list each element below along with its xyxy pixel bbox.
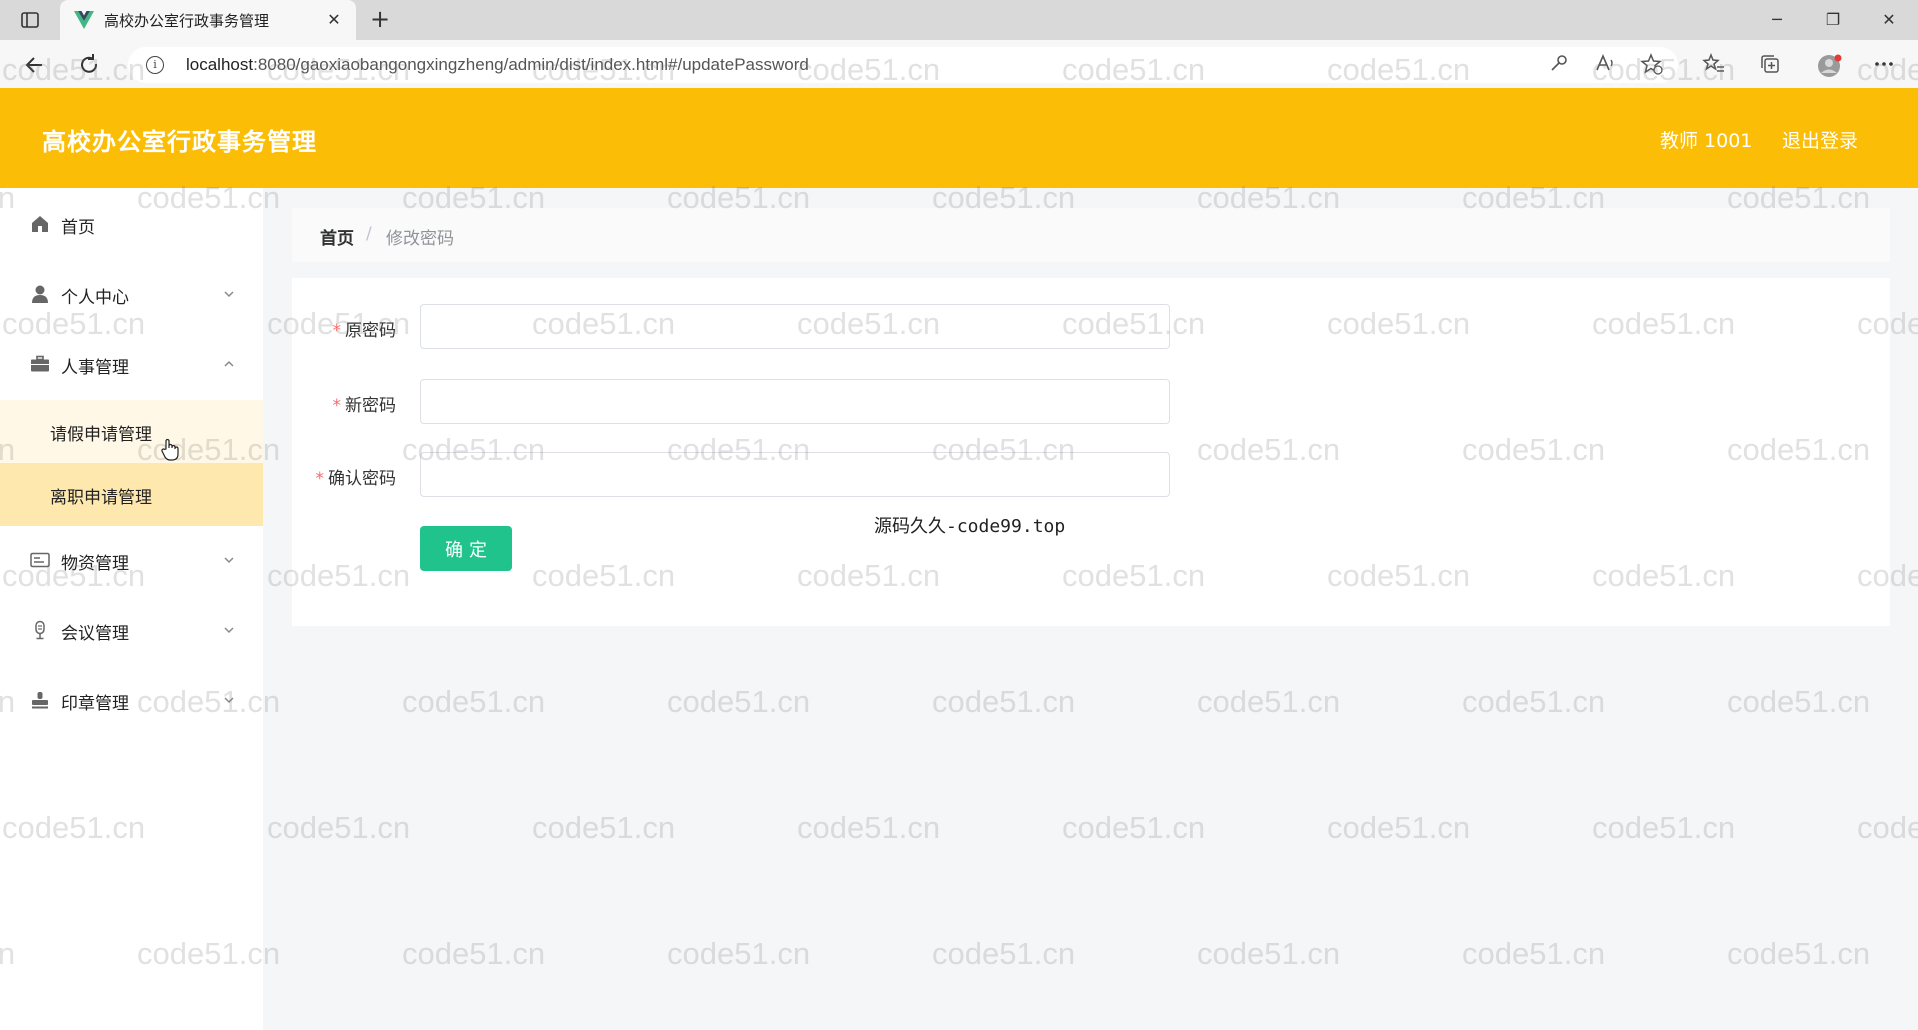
url-field[interactable]: i localhost:8080/gaoxiaobangongxingzheng… xyxy=(128,47,1678,83)
watermark-text: code51.cn xyxy=(1062,810,1206,845)
app-title: 高校办公室行政事务管理 xyxy=(42,128,317,156)
watermark-text: code51.cn xyxy=(1857,810,1918,845)
vue-logo-icon xyxy=(74,11,94,29)
change-password-form: * 原密码 * 新密码 * 确认密码 确定 xyxy=(292,278,1890,626)
sidebar-subitem-label: 请假申请管理 xyxy=(50,425,152,445)
favorites-icon[interactable] xyxy=(1702,52,1728,78)
sidebar-item-home[interactable]: 首页 xyxy=(0,196,263,252)
source-note: 源码久久-code99.top xyxy=(874,516,1066,537)
watermark-text: code51.cn xyxy=(797,810,941,845)
refresh-icon[interactable] xyxy=(76,52,102,78)
profile-avatar-icon[interactable] xyxy=(1816,52,1842,78)
watermark-text: code51.cn xyxy=(667,936,811,971)
key-icon[interactable] xyxy=(1548,52,1574,78)
tab-close-icon[interactable]: ✕ xyxy=(322,8,346,32)
watermark-text: code51.cn xyxy=(932,684,1076,719)
home-icon xyxy=(30,214,50,234)
tab-actions-icon[interactable] xyxy=(18,8,42,32)
sidebar-item-label: 人事管理 xyxy=(61,358,129,378)
old-password-field[interactable] xyxy=(420,304,1170,349)
stamp-icon xyxy=(30,690,50,710)
minimize-icon[interactable]: ─ xyxy=(1750,0,1804,40)
window-close-icon[interactable]: ✕ xyxy=(1862,0,1916,40)
collections-icon[interactable] xyxy=(1758,52,1784,78)
back-icon[interactable] xyxy=(22,52,48,78)
chevron-down-icon xyxy=(222,692,236,706)
browser-tab-bar: 高校办公室行政事务管理 ✕ + ─ ❐ ✕ xyxy=(0,0,1918,40)
user-icon xyxy=(30,284,50,304)
new-password-field[interactable] xyxy=(420,379,1170,424)
browser-tab[interactable]: 高校办公室行政事务管理 ✕ xyxy=(60,0,356,40)
watermark-text: code51.cn xyxy=(402,684,546,719)
tab-title: 高校办公室行政事务管理 xyxy=(104,12,270,30)
watermark-text: code51.cn xyxy=(267,810,411,845)
sidebar-subitem-resignation-requests[interactable]: 离职申请管理 xyxy=(0,463,263,526)
sidebar-item-meetings[interactable]: 会议管理 xyxy=(0,602,263,658)
form-row-confirm-password: * 确认密码 xyxy=(292,452,1172,498)
sidebar-item-label: 个人中心 xyxy=(61,288,129,308)
breadcrumb-current: 修改密码 xyxy=(386,229,454,249)
watermark-text: code51.cn xyxy=(1592,810,1736,845)
sidebar-item-label: 物资管理 xyxy=(61,554,129,574)
chevron-down-icon xyxy=(222,286,236,300)
watermark-text: code51.cn xyxy=(1727,936,1871,971)
breadcrumb: 首页 / 修改密码 xyxy=(292,208,1890,262)
sidebar-item-label: 首页 xyxy=(61,218,95,238)
form-row-new-password: * 新密码 xyxy=(292,379,1172,425)
sidebar-subitem-label: 离职申请管理 xyxy=(50,488,152,508)
confirm-button[interactable]: 确定 xyxy=(420,526,512,571)
confirm-password-field[interactable] xyxy=(420,452,1170,497)
chevron-down-icon xyxy=(222,622,236,636)
watermark-text: code51.cn xyxy=(1462,684,1606,719)
sidebar-item-personnel[interactable]: 人事管理 xyxy=(0,336,263,392)
briefcase-icon xyxy=(30,354,50,374)
new-tab-icon[interactable]: + xyxy=(366,6,394,34)
watermark-text: code51.cn xyxy=(1727,684,1871,719)
sidebar-item-label: 印章管理 xyxy=(61,694,129,714)
app-header: 高校办公室行政事务管理 教师 1001 退出登录 xyxy=(0,88,1918,188)
chevron-up-icon xyxy=(222,356,236,370)
sidebar-item-profile[interactable]: 个人中心 xyxy=(0,266,263,322)
url-text: localhost:8080/gaoxiaobangongxingzheng/a… xyxy=(186,55,809,74)
old-password-label: * 原密码 xyxy=(332,321,397,341)
card-icon xyxy=(30,550,50,570)
sidebar-subitem-leave-requests[interactable]: 请假申请管理 xyxy=(0,400,263,463)
watermark-text: code51.cn xyxy=(1197,684,1341,719)
form-row-old-password: * 原密码 xyxy=(292,304,1172,350)
current-user: 教师 1001 xyxy=(1660,130,1753,152)
breadcrumb-separator: / xyxy=(366,224,372,244)
watermark-text: code51.cn xyxy=(932,936,1076,971)
logout-link[interactable]: 退出登录 xyxy=(1782,126,1858,153)
more-menu-icon[interactable] xyxy=(1872,52,1898,78)
watermark-text: code51.cn xyxy=(1327,810,1471,845)
new-password-label: * 新密码 xyxy=(332,396,397,416)
sidebar-item-seals[interactable]: 印章管理 xyxy=(0,672,263,728)
watermark-text: code51.cn xyxy=(667,684,811,719)
sidebar-item-materials[interactable]: 物资管理 xyxy=(0,532,263,588)
breadcrumb-home-link[interactable]: 首页 xyxy=(320,224,354,249)
sidebar-item-label: 会议管理 xyxy=(61,624,129,644)
watermark-text: code51.cn xyxy=(402,936,546,971)
browser-address-bar: i localhost:8080/gaoxiaobangongxingzheng… xyxy=(0,40,1918,88)
confirm-password-label: * 确认密码 xyxy=(315,469,397,489)
watermark-text: code51.cn xyxy=(1197,936,1341,971)
hand-cursor-icon xyxy=(160,438,180,462)
chevron-down-icon xyxy=(222,552,236,566)
read-aloud-icon[interactable] xyxy=(1594,52,1620,78)
site-info-icon[interactable]: i xyxy=(146,56,164,74)
watermark-text: code51.cn xyxy=(1462,936,1606,971)
watermark-text: code51.cn xyxy=(532,810,676,845)
sidebar: 首页 个人中心 人事管理 请假申请管理 离职申请管理 物资管理 会议管理 印章管… xyxy=(0,188,263,1030)
mic-icon xyxy=(30,620,50,640)
restore-icon[interactable]: ❐ xyxy=(1806,0,1860,40)
add-favorite-icon[interactable] xyxy=(1640,52,1666,78)
